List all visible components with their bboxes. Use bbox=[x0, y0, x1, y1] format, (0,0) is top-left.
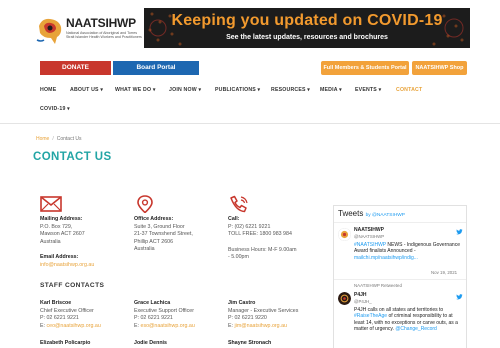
logo-title: NAATSIHWP bbox=[66, 16, 136, 30]
retweet-label: NAATSIHWP Retweeted bbox=[354, 283, 402, 288]
nav-item-publications[interactable]: PUBLICATIONS ▾ bbox=[215, 87, 260, 93]
site-header: NAATSIHWP National Association of Aborig… bbox=[0, 0, 500, 58]
nav-item-contact[interactable]: CONTACT bbox=[396, 87, 422, 93]
office-line4: Australia bbox=[134, 246, 155, 253]
office-address-block: Office Address: Suite 3, Ground Floor 21… bbox=[134, 195, 193, 254]
staff-phone[interactable]: P: 02 6221 9221 bbox=[40, 315, 101, 323]
twitter-divider bbox=[334, 279, 466, 280]
twitter-widget-by-link[interactable]: by @NAATSIHWP bbox=[366, 213, 405, 218]
nav-item-covid-19[interactable]: COVID-19 ▾ bbox=[40, 106, 70, 112]
call-block: Call: P: (02) 6221 9221 TOLL FREE: 1800 … bbox=[228, 195, 297, 262]
logo-subtitle: National Association of Aboriginal and T… bbox=[66, 31, 142, 40]
nav-item-about-us[interactable]: ABOUT US ▾ bbox=[70, 87, 103, 93]
staff-card: Karl Briscoe Chief Executive Officer P: … bbox=[40, 300, 101, 330]
staff-name: Jodie Dennis bbox=[134, 340, 167, 346]
tweet-author-handle[interactable]: @NAATSIHWP bbox=[354, 234, 384, 239]
office-label: Office Address: bbox=[134, 216, 174, 222]
site-logo[interactable]: NAATSIHWP National Association of Aborig… bbox=[36, 14, 142, 50]
staff-role: Manager - Executive Services bbox=[228, 307, 299, 314]
main-nav: HOME ABOUT US ▾ WHAT WE DO ▾ JOIN NOW ▾ … bbox=[0, 82, 500, 120]
members-portal-button[interactable]: Full Members & Students Portal bbox=[321, 61, 409, 75]
nav-item-what-we-do[interactable]: WHAT WE DO ▾ bbox=[115, 87, 156, 93]
tweet-text: #NAATSIHWP NEWS - Indigenous Governance … bbox=[354, 242, 464, 261]
office-line2: 21-37 Townshend Street, bbox=[134, 231, 193, 238]
tweet-date[interactable]: Nov 19, 2021 bbox=[431, 270, 457, 275]
tweet-mention-link[interactable]: @Change_Record bbox=[395, 326, 437, 332]
staff-role: Executive Support Officer bbox=[134, 307, 194, 314]
twitter-bird-icon bbox=[456, 294, 463, 300]
office-line3: Phillip ACT 2606 bbox=[134, 238, 174, 245]
business-hours-line2: - 5.00pm bbox=[228, 254, 249, 261]
nav-divider bbox=[0, 123, 500, 124]
twitter-bird-icon bbox=[456, 229, 463, 235]
breadcrumb-current: Contact Us bbox=[56, 136, 82, 142]
tweet-hashtag-link[interactable]: #NAATSIHWP bbox=[354, 242, 386, 248]
staff-contacts-heading: STAFF CONTACTS bbox=[40, 282, 105, 289]
staff-role: Chief Executive Officer bbox=[40, 307, 94, 314]
business-hours-line1: Business Hours: M-F 9.00am bbox=[228, 246, 297, 253]
staff-name: Elizabeth Policarpio bbox=[40, 340, 91, 346]
nav-item-media[interactable]: MEDIA ▾ bbox=[320, 87, 342, 93]
nav-item-join-now[interactable]: JOIN NOW ▾ bbox=[169, 87, 201, 93]
call-label: Call: bbox=[228, 216, 240, 222]
p4jh-avatar-icon[interactable] bbox=[338, 292, 351, 305]
mailing-line2: Mawson ACT 2607 bbox=[40, 231, 85, 238]
nav-item-events[interactable]: EVENTS ▾ bbox=[355, 87, 381, 93]
nav-item-resources[interactable]: RESOURCES ▾ bbox=[271, 87, 310, 93]
tweet-text: P4JH calls on all states and territories… bbox=[354, 307, 464, 333]
email-label: Email Address: bbox=[40, 254, 79, 261]
mailing-label: Mailing Address: bbox=[40, 216, 83, 222]
staff-name: Jim Castro bbox=[228, 300, 256, 306]
twitter-divider bbox=[334, 222, 466, 223]
phone-icon bbox=[230, 195, 248, 213]
page-title: CONTACT US bbox=[33, 151, 112, 163]
banner-subtitle: See the latest updates, resources and br… bbox=[226, 34, 388, 41]
twitter-widget-header: Tweets by @NAATSIHWP bbox=[338, 209, 405, 218]
staff-card: Jim Castro Manager - Executive Services … bbox=[228, 300, 298, 330]
staff-email-link[interactable]: jim@naatsihwp.org.au bbox=[235, 323, 288, 329]
info-email-link[interactable]: info@naatsihwp.org.au bbox=[40, 262, 94, 270]
mailing-address-block: Mailing Address: P.O. Box 729, Mawson AC… bbox=[40, 195, 94, 270]
envelope-icon bbox=[40, 196, 62, 212]
covid-banner[interactable]: Keeping you updated on COVID-19 See the … bbox=[144, 8, 470, 48]
board-portal-button[interactable]: Board Portal bbox=[113, 61, 199, 75]
shop-button[interactable]: NAATSIHWP Shop bbox=[412, 61, 467, 75]
staff-name: Shayne Stronach bbox=[228, 340, 272, 346]
staff-email-prefix: E: bbox=[40, 322, 46, 329]
tweet-text-a: P4JH calls on all states and territories… bbox=[354, 307, 444, 313]
twitter-widget-title: Tweets bbox=[338, 209, 364, 218]
banner-title: Keeping you updated on COVID-19 bbox=[171, 12, 443, 29]
breadcrumb-home-link[interactable]: Home bbox=[36, 136, 49, 142]
staff-email-prefix: E: bbox=[134, 322, 140, 329]
donate-button[interactable]: DONATE bbox=[40, 61, 111, 75]
staff-phone[interactable]: P: 02 6221 9220 bbox=[228, 315, 298, 323]
staff-phone[interactable]: P: 02 6221 9221 bbox=[134, 315, 195, 323]
staff-email-link[interactable]: eso@naatsihwp.org.au bbox=[141, 323, 195, 329]
map-pin-icon bbox=[137, 195, 153, 213]
twitter-timeline-widget[interactable]: Tweets by @NAATSIHWP NAATSIHWP @NAATSIHW… bbox=[333, 205, 467, 348]
logo-mark-icon bbox=[36, 18, 62, 44]
office-line1: Suite 3, Ground Floor bbox=[134, 223, 185, 230]
tweet-url-link[interactable]: mailchi.mp/naatsihwp/indig... bbox=[354, 255, 418, 261]
staff-name: Karl Briscoe bbox=[40, 300, 72, 306]
tweet-author-name[interactable]: P4JH bbox=[354, 292, 367, 298]
call-phone[interactable]: P: (02) 6221 9221 bbox=[228, 224, 297, 232]
staff-name: Grace Lachica bbox=[134, 300, 171, 306]
breadcrumb: Home / Contact Us bbox=[36, 136, 81, 142]
staff-card: Grace Lachica Executive Support Officer … bbox=[134, 300, 195, 330]
mailing-line1: P.O. Box 729, bbox=[40, 223, 73, 230]
call-tollfree[interactable]: TOLL FREE: 1800 983 984 bbox=[228, 231, 297, 239]
tweet-hashtag-link[interactable]: #RaiseTheAge bbox=[354, 313, 387, 319]
naatsihwp-avatar-icon[interactable] bbox=[338, 228, 351, 241]
staff-email-prefix: E: bbox=[228, 322, 234, 329]
mailing-line3: Australia bbox=[40, 238, 61, 245]
staff-email-link[interactable]: ceo@naatsihwp.org.au bbox=[47, 323, 101, 329]
nav-item-home[interactable]: HOME bbox=[40, 87, 56, 93]
tweet-author-name[interactable]: NAATSIHWP bbox=[354, 227, 384, 233]
breadcrumb-separator: / bbox=[52, 136, 54, 142]
tweet-author-handle[interactable]: @P4JH_ bbox=[354, 299, 372, 304]
